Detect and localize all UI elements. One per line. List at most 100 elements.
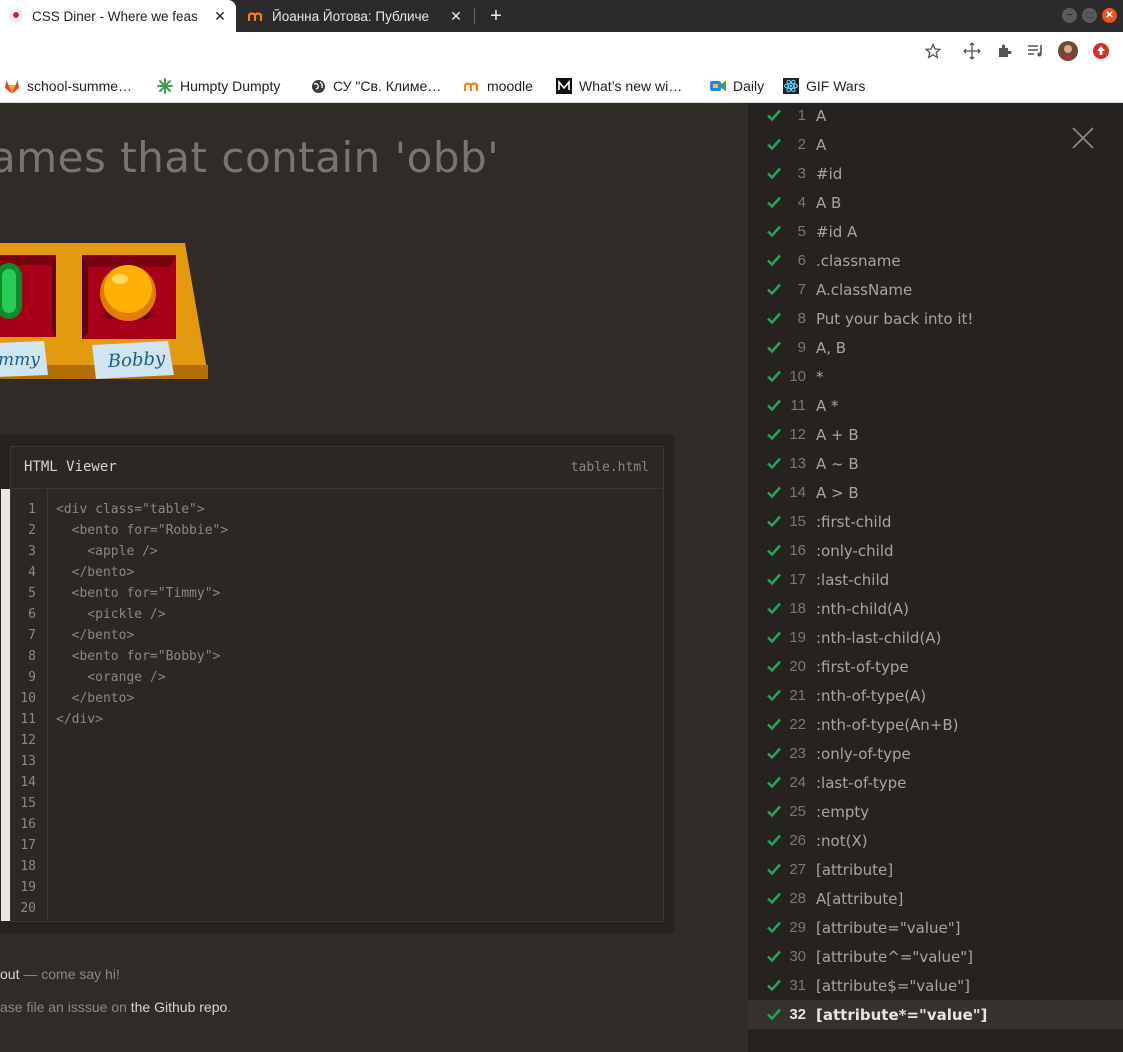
level-name: :nth-of-type(A) (816, 686, 927, 705)
level-item[interactable]: 22:nth-of-type(An+B) (748, 710, 1123, 739)
level-item[interactable]: 32 [attribute*="value"] (748, 1000, 1123, 1029)
line-number: 9 (28, 670, 36, 685)
line-number-gutter: 1 2 3 4 5 6 7 8 9 10 11 12 13 14 15 16 1… (11, 489, 48, 921)
level-name: [attribute="value"] (816, 918, 961, 937)
code-line[interactable]: <bento for="Timmy"> (56, 583, 221, 604)
bookmark-label: What’s new wi… (579, 78, 683, 94)
line-number: 12 (20, 733, 36, 748)
tab-close-icon[interactable]: ✕ (210, 8, 230, 25)
minimize-button[interactable]: − (1062, 8, 1077, 23)
bookmark-moodle[interactable]: moodle (464, 76, 533, 96)
level-item[interactable]: 2A (748, 130, 1123, 159)
media-icon[interactable] (1026, 41, 1046, 61)
bookmark-su-kliment[interactable]: СУ "Св. Климе… (310, 76, 441, 96)
css-diner-favicon (8, 8, 24, 24)
bookmark-school-summer[interactable]: school-summe… (4, 76, 132, 96)
code-line[interactable]: <apple /> (56, 541, 157, 562)
level-item[interactable]: 4 A B (748, 188, 1123, 217)
level-item[interactable]: 31 [attribute$="value"] (748, 971, 1123, 1000)
level-item[interactable]: 30 [attribute^="value"] (748, 942, 1123, 971)
bento-bobby[interactable] (82, 255, 176, 339)
bookmark-gif-wars[interactable]: GIF Wars (783, 76, 865, 96)
address-bar[interactable] (0, 36, 950, 66)
viewer-header: HTML Viewer table.html (11, 447, 663, 489)
tab-css-diner[interactable]: CSS Diner - Where we feas ✕ (0, 0, 236, 32)
level-item[interactable]: 17:last-child (748, 565, 1123, 594)
new-tab-button[interactable]: + (484, 4, 508, 28)
level-item[interactable]: 3 #id (748, 159, 1123, 188)
level-number: 20 (789, 658, 806, 675)
code-line[interactable]: </bento> (56, 625, 135, 646)
code-line[interactable]: <div class="table"> (56, 499, 205, 520)
table-illustration: mmy Bobby (0, 243, 208, 379)
level-item[interactable]: 16:only-child (748, 536, 1123, 565)
level-name: [attribute] (816, 860, 894, 879)
pickle[interactable] (0, 263, 22, 319)
level-number: 3 (797, 165, 806, 182)
footer-text: — come say hi! (19, 966, 120, 982)
code-line[interactable]: </bento> (56, 562, 135, 583)
level-item[interactable]: 6 .classname (748, 246, 1123, 275)
level-item[interactable]: 24:last-of-type (748, 768, 1123, 797)
window-close-button[interactable]: ✕ (1102, 8, 1117, 23)
bookmark-humpty-dumpty[interactable]: Humpty Dumpty (157, 76, 280, 96)
footer-line-1: out — come say hi! (0, 966, 120, 982)
tab-close-icon[interactable]: ✕ (446, 8, 466, 25)
github-repo-link[interactable]: the Github repo (131, 999, 228, 1015)
update-icon[interactable] (1091, 41, 1111, 61)
level-item[interactable]: 13 A ~ B (748, 449, 1123, 478)
level-item[interactable]: 28 A[attribute] (748, 884, 1123, 913)
react-icon (783, 78, 799, 94)
level-item[interactable]: 19:nth-last-child(A) (748, 623, 1123, 652)
html-viewer[interactable]: HTML Viewer table.html 1 2 3 4 5 6 7 8 9… (1, 446, 664, 922)
level-name: :first-of-type (816, 657, 909, 676)
orange[interactable] (100, 265, 156, 321)
level-item[interactable]: 12 A + B (748, 420, 1123, 449)
move-icon[interactable] (962, 41, 982, 61)
level-item[interactable]: 25:empty (748, 797, 1123, 826)
tab-moodle[interactable]: Йоанна Йотова: Публиче ✕ (240, 0, 472, 32)
level-number: 16 (789, 542, 806, 559)
code-line[interactable]: <pickle /> (56, 604, 165, 625)
code-line[interactable]: <orange /> (56, 667, 165, 688)
extensions-icon[interactable] (994, 41, 1014, 61)
level-item[interactable]: 20 :first-of-type (748, 652, 1123, 681)
tab-title: Йоанна Йотова: Публиче (272, 8, 430, 24)
bookmark-label: GIF Wars (806, 78, 866, 94)
css-editor-edge (1, 489, 10, 921)
level-number: 19 (789, 629, 806, 646)
level-item[interactable]: 1A (748, 103, 1123, 130)
level-item[interactable]: 15:first-child (748, 507, 1123, 536)
level-item[interactable]: 18:nth-child(A) (748, 594, 1123, 623)
level-item[interactable]: 26:not(X) (748, 826, 1123, 855)
profile-avatar[interactable] (1058, 41, 1078, 61)
level-item[interactable]: 10 * (748, 362, 1123, 391)
code-line[interactable]: <bento for="Bobby"> (56, 646, 221, 667)
leaf-icon (157, 78, 173, 94)
level-item[interactable]: 23:only-of-type (748, 739, 1123, 768)
level-item[interactable]: 27 [attribute] (748, 855, 1123, 884)
level-item[interactable]: 14 A > B (748, 478, 1123, 507)
line-number: 13 (20, 754, 36, 769)
level-number: 2 (797, 136, 806, 153)
level-item[interactable]: 21:nth-of-type(A) (748, 681, 1123, 710)
code-line[interactable]: <bento for="Robbie"> (56, 520, 229, 541)
level-number: 28 (789, 890, 806, 907)
maximize-button[interactable]: □ (1082, 8, 1097, 23)
level-number: 26 (789, 832, 806, 849)
bookmark-whats-new[interactable]: What’s new wi… (556, 76, 682, 96)
code-line[interactable]: </div> (56, 709, 103, 730)
level-item[interactable]: 5 #id A (748, 217, 1123, 246)
star-icon[interactable] (923, 41, 943, 61)
line-number: 16 (20, 817, 36, 832)
level-item[interactable]: 7 A.className (748, 275, 1123, 304)
bento-timmy[interactable] (0, 255, 56, 337)
level-item[interactable]: 11 A * (748, 391, 1123, 420)
footer-link-out[interactable]: out (0, 966, 19, 982)
level-item[interactable]: 8 Put your back into it! (748, 304, 1123, 333)
code-line[interactable]: </bento> (56, 688, 135, 709)
level-item[interactable]: 29 [attribute="value"] (748, 913, 1123, 942)
bookmark-daily[interactable]: Daily (710, 76, 764, 96)
line-number: 18 (20, 859, 36, 874)
level-item[interactable]: 9 A, B (748, 333, 1123, 362)
